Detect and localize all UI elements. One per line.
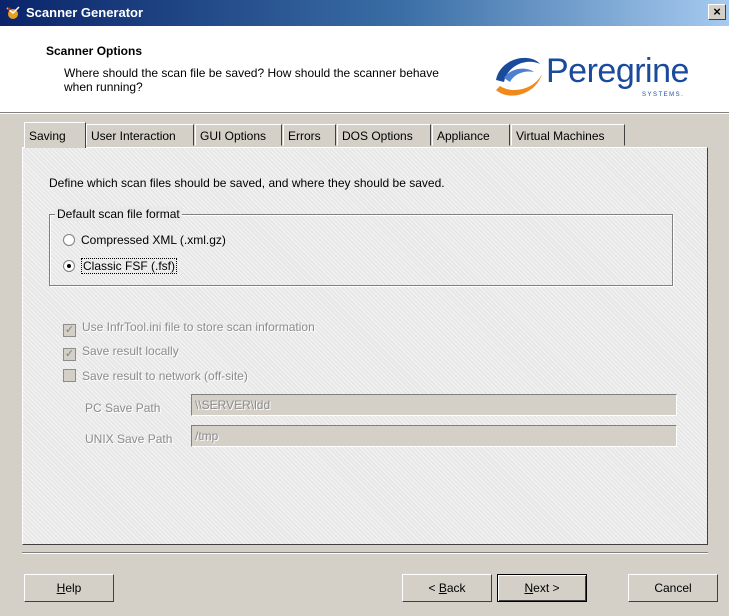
tab-errors[interactable]: Errors	[283, 124, 336, 146]
help-button[interactable]: Help	[24, 574, 114, 602]
pc-save-path-field[interactable]: \\SERVER\ldd	[191, 394, 677, 416]
tab-virtual-machines[interactable]: Virtual Machines	[511, 124, 625, 146]
tab-user-interaction[interactable]: User Interaction	[86, 124, 194, 146]
tab-appliance[interactable]: Appliance	[432, 124, 510, 146]
wizard-header: Scanner Options Where should the scan fi…	[0, 26, 729, 112]
tab-saving[interactable]: Saving	[24, 122, 86, 148]
pc-save-path-label: PC Save Path	[85, 401, 161, 415]
checkbox-checked-icon[interactable]: ✓	[63, 324, 76, 337]
radio-classic-fsf[interactable]: Classic FSF (.fsf)	[63, 258, 177, 274]
cancel-button[interactable]: Cancel	[628, 574, 718, 602]
scan-format-groupbox	[49, 214, 673, 286]
saving-tab-panel: Define which scan files should be saved,…	[22, 147, 708, 545]
title-bar[interactable]: Scanner Generator ×	[0, 0, 729, 26]
checkbox-unchecked-icon[interactable]	[63, 369, 76, 382]
scan-format-group-label: Default scan file format	[55, 207, 182, 221]
checkbox-label: Save result locally	[82, 344, 179, 358]
scanner-generator-window: Scanner Generator × Scanner Options Wher…	[0, 0, 729, 616]
radio-compressed-xml[interactable]: Compressed XML (.xml.gz)	[63, 233, 226, 247]
next-button[interactable]: Next >	[497, 574, 587, 602]
tab-gui-options[interactable]: GUI Options	[195, 124, 282, 146]
logo-wordmark: Peregrine	[546, 52, 689, 90]
unix-save-path-field[interactable]: /tmp	[191, 425, 677, 447]
footer-divider	[22, 552, 708, 554]
header-divider	[0, 112, 729, 114]
checkbox-label: Use InfrTool.ini file to store scan info…	[82, 320, 315, 334]
window-title: Scanner Generator	[26, 5, 144, 20]
close-icon: ×	[713, 4, 721, 19]
back-button[interactable]: < Back	[402, 574, 492, 602]
checkbox-checked-icon[interactable]: ✓	[63, 348, 76, 361]
page-subtitle: Where should the scan file be saved? How…	[64, 66, 439, 94]
saving-intro-text: Define which scan files should be saved,…	[49, 176, 445, 190]
page-title: Scanner Options	[46, 44, 143, 58]
radio-label: Classic FSF (.fsf)	[81, 258, 177, 274]
check-save-locally[interactable]: ✓ Save result locally	[63, 344, 179, 361]
tab-dos-options[interactable]: DOS Options	[337, 124, 431, 146]
peregrine-logo: Peregrine SYSTEMS.	[490, 50, 724, 104]
radio-button-icon[interactable]	[63, 234, 75, 246]
radio-button-selected-icon[interactable]	[63, 260, 75, 272]
logo-subtext: SYSTEMS.	[642, 92, 685, 98]
check-use-infrtool-ini[interactable]: ✓ Use InfrTool.ini file to store scan inf…	[63, 320, 315, 337]
app-icon	[6, 6, 20, 19]
radio-label: Compressed XML (.xml.gz)	[81, 233, 226, 247]
checkbox-label: Save result to network (off-site)	[82, 369, 248, 383]
peregrine-swoosh-icon	[496, 57, 542, 96]
check-save-network[interactable]: Save result to network (off-site)	[63, 369, 248, 383]
close-button[interactable]: ×	[708, 4, 726, 20]
unix-save-path-label: UNIX Save Path	[85, 432, 173, 446]
